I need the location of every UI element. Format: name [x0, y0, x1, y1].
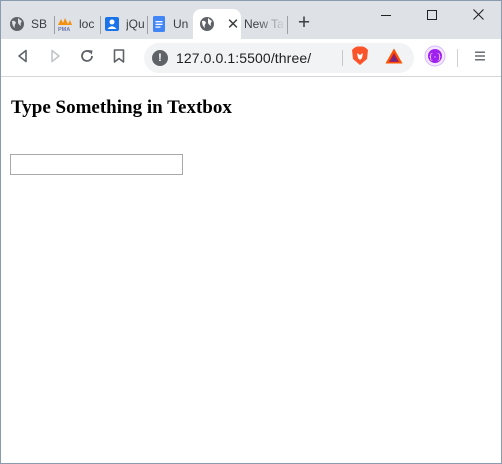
- globe-icon: [9, 16, 25, 32]
- hamburger-menu-icon: [474, 49, 486, 67]
- tab-strip: SB PMA loc jQu Un ✕ +: [1, 1, 501, 39]
- forward-icon: [48, 49, 62, 68]
- maximize-button[interactable]: [409, 1, 455, 31]
- minimize-icon: [381, 7, 391, 25]
- tab-phpmyadmin[interactable]: PMA loc: [57, 9, 99, 39]
- reload-icon: [79, 48, 95, 69]
- brave-rewards-button[interactable]: [383, 47, 405, 69]
- tab-separator: [287, 16, 288, 34]
- browser-toolbar: ! 127.0.0.1:5500/three/ {·}: [1, 39, 501, 77]
- toolbar-separator: [457, 49, 458, 67]
- contacts-icon: [104, 16, 120, 32]
- svg-text:PMA: PMA: [58, 27, 70, 32]
- page-heading: Type Something in Textbox: [11, 97, 232, 118]
- back-icon: [16, 49, 30, 68]
- address-url[interactable]: 127.0.0.1:5500/three/: [176, 50, 311, 66]
- brave-lion-icon: [351, 46, 369, 71]
- tab-separator: [54, 16, 55, 34]
- tab-active[interactable]: ✕: [193, 9, 241, 39]
- tab-label: jQu: [126, 17, 145, 31]
- omnibox-separator: [342, 50, 343, 66]
- bookmark-button[interactable]: [108, 47, 130, 69]
- tab-jquery[interactable]: jQu: [104, 9, 146, 39]
- minimize-button[interactable]: [363, 1, 409, 31]
- extension-icon: {·}: [424, 45, 446, 72]
- globe-icon: [199, 16, 215, 32]
- info-icon[interactable]: !: [152, 50, 168, 66]
- back-button[interactable]: [12, 47, 34, 69]
- maximize-icon: [427, 7, 437, 25]
- tab-label: SB: [31, 17, 48, 31]
- tab-untitled-doc[interactable]: Un: [151, 9, 191, 39]
- menu-button[interactable]: [469, 47, 491, 69]
- bookmark-icon: [113, 48, 125, 68]
- tab-separator: [147, 16, 148, 34]
- tab-separator: [100, 16, 101, 34]
- close-tab-icon[interactable]: ✕: [225, 16, 241, 33]
- page-content: Type Something in Textbox: [2, 78, 501, 463]
- tab-fade: [256, 9, 286, 39]
- docs-icon: [151, 16, 167, 32]
- text-input[interactable]: [10, 154, 183, 175]
- tab-label: loc: [79, 17, 95, 31]
- new-tab-button[interactable]: +: [294, 12, 314, 34]
- browser-window: SB PMA loc jQu Un ✕ + ! 127.0.0.1:5500/t…: [0, 0, 502, 464]
- extension-button[interactable]: {·}: [424, 45, 446, 72]
- close-window-button[interactable]: [455, 1, 501, 31]
- forward-button[interactable]: [44, 47, 66, 69]
- reload-button[interactable]: [76, 47, 98, 69]
- brave-shields-button[interactable]: [349, 46, 371, 71]
- phpmyadmin-icon: PMA: [57, 16, 73, 32]
- tab-label: Un: [173, 17, 189, 31]
- address-bar[interactable]: ! 127.0.0.1:5500/three/: [144, 43, 414, 73]
- tab-sb[interactable]: SB: [9, 9, 53, 39]
- close-icon: [472, 7, 484, 25]
- svg-text:{·}: {·}: [429, 54, 442, 62]
- bat-triangle-icon: [385, 48, 403, 69]
